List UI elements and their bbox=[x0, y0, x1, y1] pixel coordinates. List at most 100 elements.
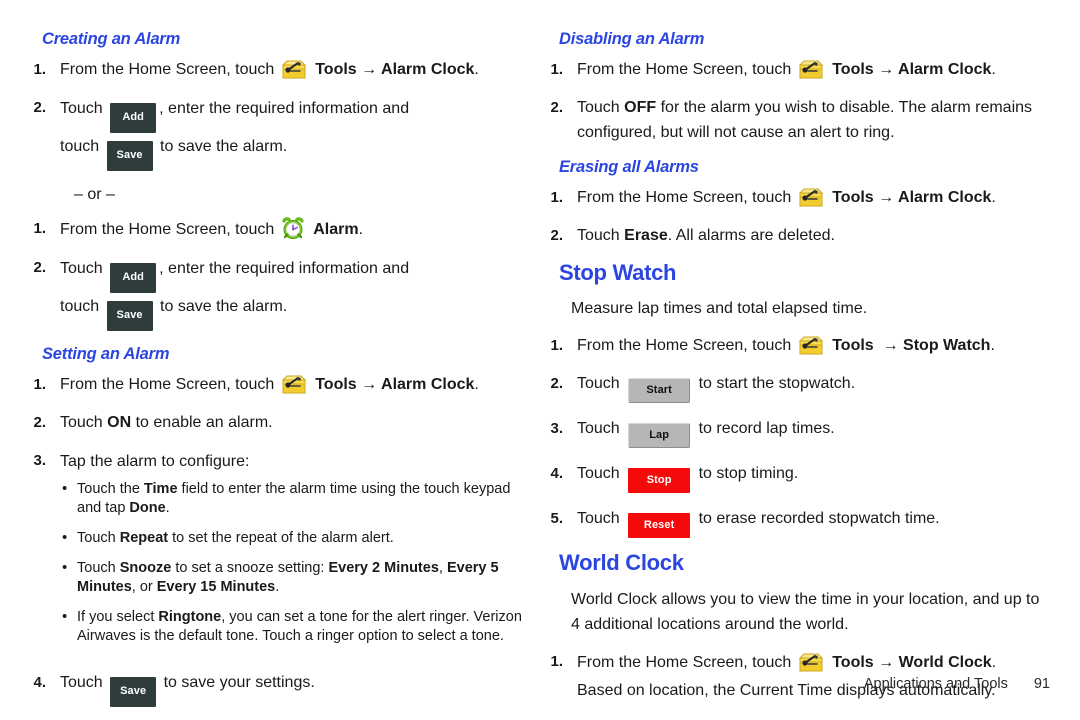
list-item: 3. Touch Lap to record lap times. bbox=[547, 416, 1042, 449]
bullet-text-5: . bbox=[275, 579, 280, 596]
list-item: 3. Tap the alarm to configure: Touch the… bbox=[30, 448, 525, 657]
text-after-save: to save your settings. bbox=[163, 674, 315, 692]
save-button[interactable]: Save bbox=[106, 141, 153, 172]
steps-erasing-all-alarms: 1. From the Home Screen, touch Tools → A… bbox=[547, 185, 1042, 248]
step-bold-destination: Stop Watch bbox=[903, 337, 991, 355]
step-text-before: From the Home Screen, touch bbox=[60, 61, 275, 79]
step-bold-destination: Alarm Clock bbox=[898, 189, 992, 207]
tools-icon bbox=[798, 58, 824, 80]
steps-stop-watch: 1. From the Home Screen, touch Tools → S… bbox=[547, 333, 1042, 539]
text-after-save: to save the alarm. bbox=[160, 138, 288, 156]
step-line-1: Touch Add, enter the required informatio… bbox=[60, 255, 525, 294]
step-period: . bbox=[991, 189, 996, 207]
step-bold-destination: Alarm Clock bbox=[381, 61, 475, 79]
step-number: 1. bbox=[550, 61, 563, 79]
heading-stop-watch: Stop Watch bbox=[559, 260, 677, 286]
step-bold-destination: Alarm Clock bbox=[898, 61, 992, 79]
manual-page: Creating an Alarm 1. From the Home Scree… bbox=[0, 0, 1080, 720]
stop-button[interactable]: Stop bbox=[628, 468, 691, 494]
steps-creating-an-alarm: 1. From the Home Screen, touch Tools → A… bbox=[30, 57, 525, 172]
step-text: Touch Start to start the stopwatch. bbox=[577, 371, 1042, 404]
step-arrow: → bbox=[361, 376, 378, 394]
step-bold-destination: Alarm Clock bbox=[381, 376, 475, 394]
touch-label: touch bbox=[60, 138, 100, 156]
step-text-after: to record lap times. bbox=[698, 420, 835, 438]
reset-button[interactable]: Reset bbox=[628, 513, 691, 539]
list-item: 2. Touch Start to start the stopwatch. bbox=[547, 371, 1042, 404]
step-arrow: → bbox=[361, 61, 378, 79]
step-text-before: Touch bbox=[577, 99, 620, 117]
list-item: 5. Touch Reset to erase recorded stopwat… bbox=[547, 506, 1042, 539]
step-text: Touch Erase. All alarms are deleted. bbox=[577, 223, 1042, 248]
text-after-save: to save the alarm. bbox=[160, 298, 288, 316]
list-item: 1. From the Home Screen, touch bbox=[30, 372, 525, 397]
text-after-add: , enter the required information and bbox=[159, 100, 410, 118]
tools-icon bbox=[281, 58, 307, 80]
list-item: 1. From the Home Screen, touch bbox=[547, 333, 1042, 358]
step-text-before: From the Home Screen, touch bbox=[577, 61, 792, 79]
step-text-before: From the Home Screen, touch bbox=[577, 189, 792, 207]
touch-label: Touch bbox=[60, 674, 103, 692]
bullet-text-4: , or bbox=[131, 579, 157, 596]
save-button[interactable]: Save bbox=[106, 301, 153, 332]
step-period: . bbox=[474, 376, 479, 394]
heading-world-clock: World Clock bbox=[559, 550, 684, 576]
step-text: From the Home Screen, touch bbox=[577, 185, 1042, 210]
add-button[interactable]: Add bbox=[110, 103, 157, 134]
bullet-bold-1: Ringtone bbox=[158, 609, 222, 626]
left-column: Creating an Alarm 1. From the Home Scree… bbox=[30, 30, 525, 720]
on-keyword: ON bbox=[107, 414, 132, 432]
bullet-text-3: , bbox=[438, 560, 447, 577]
step-line-1: From the Home Screen, touch Tools → Worl… bbox=[577, 649, 1042, 677]
step-text: From the Home Screen, touch bbox=[60, 57, 525, 82]
tools-icon bbox=[281, 373, 307, 395]
step-bold-target: Tools bbox=[832, 189, 874, 207]
step-text: Touch Lap to record lap times. bbox=[577, 416, 1042, 449]
step-text-before: Touch bbox=[60, 414, 103, 432]
step-text-before: From the Home Screen, touch bbox=[577, 337, 792, 355]
bullet-text-3: . bbox=[165, 500, 170, 517]
step-number: 4. bbox=[550, 465, 563, 483]
lap-button[interactable]: Lap bbox=[628, 423, 691, 449]
page-footer: Applications and Tools 91 bbox=[864, 676, 1050, 692]
bullet-text-1: Touch the bbox=[77, 481, 144, 498]
step-text: From the Home Screen, touch bbox=[577, 57, 1042, 82]
add-button[interactable]: Add bbox=[110, 263, 157, 294]
step-period: . bbox=[991, 653, 997, 671]
step-number: 4. bbox=[33, 674, 46, 692]
step-number: 5. bbox=[550, 510, 563, 528]
step-number: 1. bbox=[33, 220, 46, 238]
list-item: 2. Touch OFF for the alarm you wish to d… bbox=[547, 95, 1042, 145]
touch-label: Touch bbox=[577, 510, 620, 528]
steps-disabling-an-alarm: 1. From the Home Screen, touch Tools → A… bbox=[547, 57, 1042, 145]
steps-creating-an-alarm-alt: 1. From the Home Screen, touch Alarm. 2.… bbox=[30, 216, 525, 332]
step-text: Touch Save to save your settings. bbox=[60, 670, 525, 708]
bullet-bold-4: Every 15 Minutes bbox=[156, 579, 276, 596]
step-text-after: to stop timing. bbox=[698, 465, 799, 483]
touch-label: Touch bbox=[60, 100, 103, 118]
off-keyword: OFF bbox=[624, 99, 657, 117]
step-text: Touch OFF for the alarm you wish to disa… bbox=[577, 95, 1042, 145]
list-item: 2. Touch Add, enter the required informa… bbox=[30, 255, 525, 332]
save-button[interactable]: Save bbox=[110, 677, 157, 708]
step-number: 1. bbox=[33, 61, 46, 79]
bullet-text-2: to set a snooze setting: bbox=[171, 560, 329, 577]
list-item: Touch Repeat to set the repeat of the al… bbox=[60, 528, 525, 548]
bullet-text-1: If you select bbox=[77, 609, 159, 626]
start-button[interactable]: Start bbox=[628, 378, 691, 404]
alarm-clock-icon bbox=[281, 216, 305, 240]
two-column-layout: Creating an Alarm 1. From the Home Scree… bbox=[30, 30, 1050, 720]
step-number: 3. bbox=[33, 452, 46, 470]
step-text-before: From the Home Screen, touch bbox=[60, 376, 275, 394]
erase-keyword: Erase bbox=[624, 227, 668, 245]
step-arrow: → bbox=[878, 61, 895, 79]
step-arrow: → bbox=[878, 189, 895, 207]
list-item: 1. From the Home Screen, touch bbox=[547, 57, 1042, 82]
step-number: 2. bbox=[550, 227, 563, 245]
step-text-after: to enable an alarm. bbox=[135, 414, 273, 432]
list-item: 2. Touch Add, enter the required informa… bbox=[30, 95, 525, 172]
bullet-bold-1: Repeat bbox=[119, 530, 169, 547]
touch-label: Touch bbox=[577, 420, 620, 438]
step-bold-destination: World Clock bbox=[898, 653, 992, 671]
step-text-main: Tap the alarm to configure: bbox=[60, 453, 250, 471]
